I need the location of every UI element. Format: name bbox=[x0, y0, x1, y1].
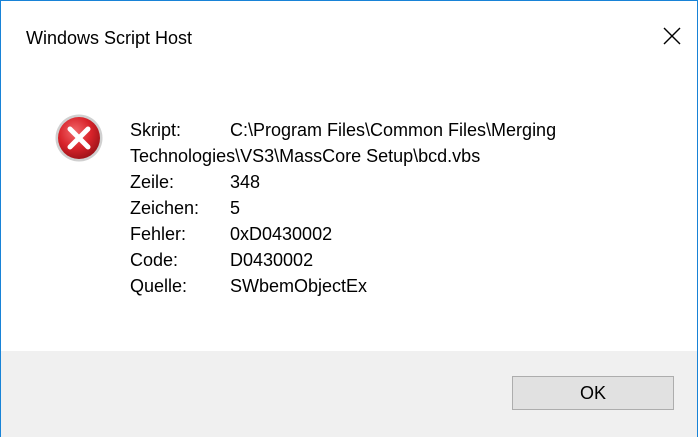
code-row: Code: D0430002 bbox=[130, 247, 556, 273]
error-row: Fehler: 0xD0430002 bbox=[130, 221, 556, 247]
char-row: Zeichen: 5 bbox=[130, 195, 556, 221]
code-value: D0430002 bbox=[230, 250, 314, 270]
line-row: Zeile: 348 bbox=[130, 169, 556, 195]
char-value: 5 bbox=[230, 198, 241, 218]
script-row: Skript: C:\Program Files\Common Files\Me… bbox=[130, 117, 556, 143]
error-label: Fehler: bbox=[130, 224, 187, 244]
script-path-line1: C:\Program Files\Common Files\Merging bbox=[230, 120, 557, 140]
close-button[interactable] bbox=[655, 19, 689, 53]
script-label: Skript: bbox=[130, 120, 182, 140]
error-value: 0xD0430002 bbox=[230, 224, 333, 244]
line-value: 348 bbox=[230, 172, 261, 192]
close-icon bbox=[663, 27, 681, 45]
char-label: Zeichen: bbox=[130, 198, 200, 218]
source-row: Quelle: SWbemObjectEx bbox=[130, 273, 556, 299]
code-label: Code: bbox=[130, 250, 179, 270]
source-label: Quelle: bbox=[130, 276, 188, 296]
script-path-line2: Technologies\VS3\MassCore Setup\bcd.vbs bbox=[130, 146, 481, 166]
error-icon bbox=[55, 114, 103, 162]
window-title: Windows Script Host bbox=[26, 28, 193, 48]
source-value: SWbemObjectEx bbox=[230, 276, 368, 296]
title-bar: Windows Script Host bbox=[1, 1, 697, 71]
dialog-window: Windows Script Host Skript: C:\Program F… bbox=[0, 0, 698, 437]
error-message: Skript: C:\Program Files\Common Files\Me… bbox=[130, 117, 556, 299]
button-footer: OK bbox=[1, 351, 697, 437]
dialog-body: Skript: C:\Program Files\Common Files\Me… bbox=[1, 71, 697, 351]
line-label: Zeile: bbox=[130, 172, 175, 192]
ok-button[interactable]: OK bbox=[512, 376, 674, 410]
